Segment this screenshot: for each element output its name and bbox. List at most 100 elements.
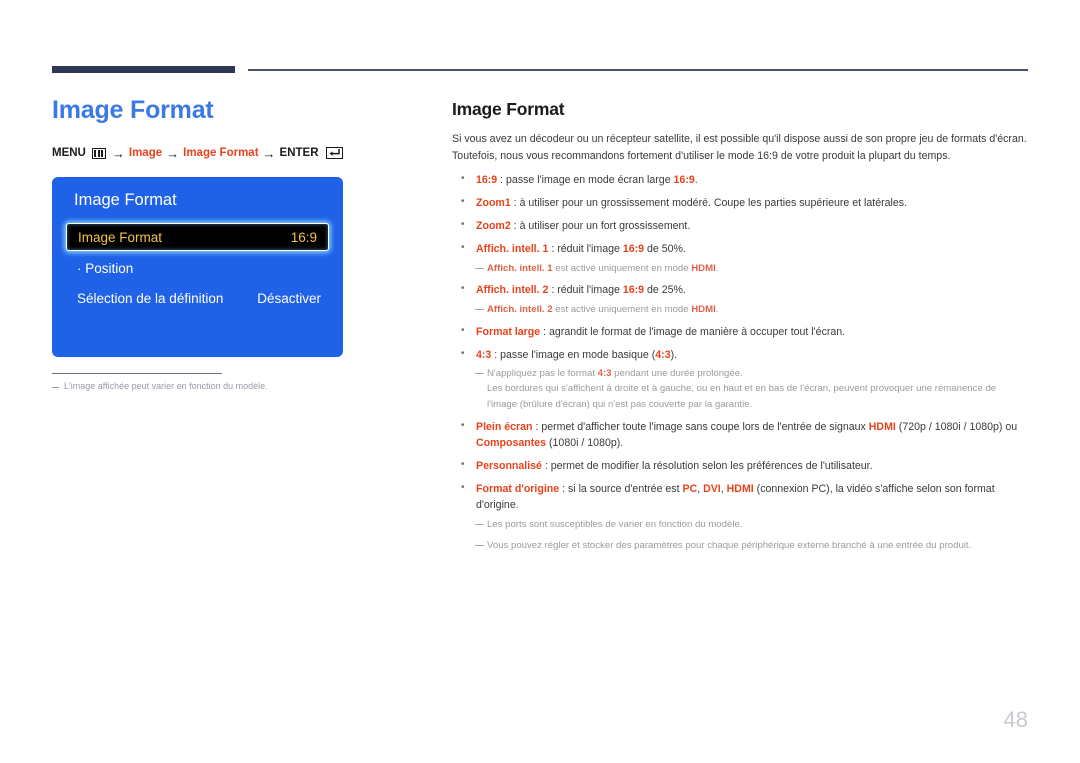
sub-note: Affich. intell. 1 est activé uniquement … — [452, 261, 1028, 276]
option-text: : réduit l'image — [548, 243, 623, 256]
tv-osd-panel: Image Format Image Format 16:9 · Positio… — [52, 177, 343, 357]
sub-note-term: Affich. intell. 1 — [487, 262, 553, 274]
footnote-dash-icon — [52, 387, 59, 389]
option-emphasis: 16:9 — [673, 174, 695, 187]
sub-note-dash-icon — [475, 544, 484, 547]
sub-note: Les ports sont susceptibles de varier en… — [452, 517, 1028, 532]
sub-note-dash-icon — [475, 267, 484, 269]
menu-path-arrow-3: → — [262, 145, 276, 161]
option-text-mid: (720p / 1080i / 1080p) ou — [895, 420, 1018, 433]
left-footnote: L'image affichée peut varier en fonction… — [52, 381, 352, 391]
osd-row-position[interactable]: · Position — [77, 261, 321, 276]
option-emphasis-2: Composantes — [476, 436, 547, 449]
section-title: Image Format — [452, 99, 565, 119]
option-text-tail: (1080i / 1080p). — [546, 436, 624, 449]
sub-note-emphasis: HDMI — [691, 303, 716, 315]
left-page-title: Image Format — [52, 96, 214, 124]
list-item: Personnalisé : permet de modifier la rés… — [452, 457, 1028, 474]
sub-note-dash-icon — [475, 523, 484, 525]
option-text: : réduit l'image — [548, 284, 623, 297]
option-emphasis: 4:3 — [655, 348, 671, 361]
option-text: : à utiliser pour un fort grossissement. — [510, 220, 691, 233]
option-emphasis: 16:9 — [622, 284, 645, 297]
sub-note-dash-icon — [475, 308, 484, 311]
menu-navigation-path: MENU → Image → Image Format → ENTER — [52, 146, 402, 161]
list-item: Format d'origine : si la source d'entrée… — [452, 480, 1028, 554]
sub-note-text-tail: . — [715, 303, 719, 315]
enter-return-icon — [325, 147, 343, 160]
option-term: 4:3 — [476, 348, 492, 361]
section-intro-paragraph: Si vous avez un décodeur ou un récepteur… — [452, 133, 1027, 162]
sub-note-text: Les ports sont susceptibles de varier en… — [487, 518, 743, 530]
left-column: Image Format MENU → Image → Image Format… — [52, 96, 402, 161]
menu-path-step-image[interactable]: Image — [129, 147, 162, 159]
list-item: 16:9 : passe l'image en mode écran large… — [452, 171, 1028, 188]
sub-note-emphasis: HDMI — [691, 262, 716, 274]
option-text: : passe l'image en mode basique ( — [491, 348, 656, 361]
option-text: : si la source d'entrée est — [559, 482, 683, 495]
option-text: : permet de modifier la résolution selon… — [541, 459, 873, 472]
option-emphasis: 16:9 — [622, 243, 645, 256]
sub-note: Vous pouvez régler et stocker des paramè… — [452, 538, 1028, 553]
sub-note: N'appliquez pas le format 4:3 pendant un… — [452, 366, 1028, 412]
osd-row-image-format-value: 16:9 — [290, 229, 317, 245]
option-text-tail: de 50%. — [644, 243, 686, 256]
sub-note-text-tail: pendant une durée prolongée. — [611, 368, 743, 379]
option-term: Plein écran — [476, 420, 533, 433]
option-term: Format large — [476, 325, 541, 338]
option-term: Affich. intell. 1 — [476, 243, 549, 256]
menu-path-arrow-1: → — [111, 145, 125, 161]
page-number: 48 — [1003, 707, 1028, 732]
option-text-tail: de 25%. — [644, 284, 686, 297]
option-term: Format d'origine — [476, 482, 560, 495]
option-text: : à utiliser pour un grossissement modér… — [510, 197, 908, 210]
option-term: Zoom1 — [476, 197, 511, 210]
left-footnote-rule — [52, 373, 222, 375]
osd-row-image-format-label: Image Format — [78, 229, 163, 245]
format-options-list: 16:9 : passe l'image en mode écran large… — [452, 171, 1028, 554]
list-item: Plein écran : permet d'afficher toute l'… — [452, 418, 1028, 452]
left-footnote-text: L'image affichée peut varier en fonction… — [64, 381, 268, 391]
osd-row-definition-selection[interactable]: Sélection de la définition Désactiver — [77, 291, 321, 306]
osd-row-image-format[interactable]: Image Format 16:9 — [66, 223, 329, 251]
menu-path-menu-label: MENU — [52, 147, 86, 160]
list-item: Affich. intell. 1 : réduit l'image 16:9 … — [452, 240, 1028, 276]
option-emphasis-3: HDMI — [726, 482, 754, 495]
list-item: Format large : agrandit le format de l'i… — [452, 323, 1028, 340]
osd-panel-title: Image Format — [74, 191, 177, 209]
header-rule-thick — [52, 66, 235, 73]
sub-note-dash-icon — [475, 373, 484, 375]
option-term: Zoom2 — [476, 220, 511, 233]
right-column: Image Format Si vous avez un décodeur ou… — [452, 99, 1028, 560]
sub-note-text: N'appliquez pas le format — [487, 368, 598, 379]
list-item: Zoom2 : à utiliser pour un fort grossiss… — [452, 217, 1028, 234]
sub-note-text: est activé uniquement en mode — [552, 303, 692, 315]
option-emphasis-2: DVI — [703, 482, 721, 495]
sub-note: Affich. intell. 2 est activé uniquement … — [452, 302, 1028, 317]
option-text: : agrandit le format de l'image de maniè… — [540, 325, 846, 338]
option-text: : permet d'afficher toute l'image sans c… — [532, 420, 869, 433]
option-text-tail: ). — [670, 348, 678, 361]
osd-row-definition-label: Sélection de la définition — [77, 291, 224, 306]
sub-note-text: Vous pouvez régler et stocker des paramè… — [487, 539, 972, 551]
osd-row-definition-value: Désactiver — [257, 291, 321, 306]
menu-path-enter-label: ENTER — [279, 147, 319, 160]
option-term: Affich. intell. 2 — [476, 284, 549, 297]
sub-note-term: Affich. intell. 2 — [487, 303, 553, 315]
sub-note-continuation: Les bordures qui s'affichent à droite et… — [487, 383, 997, 410]
list-item: Zoom1 : à utiliser pour un grossissement… — [452, 194, 1028, 211]
header-rule-thin — [248, 69, 1028, 71]
option-term: 16:9 — [476, 174, 498, 187]
menu-grid-icon — [91, 147, 106, 159]
option-text: : passe l'image en mode écran large — [497, 174, 674, 187]
list-item: Affich. intell. 2 : réduit l'image 16:9 … — [452, 281, 1028, 317]
sub-note-text-tail: . — [715, 262, 719, 274]
menu-path-step-image-format[interactable]: Image Format — [183, 147, 258, 159]
option-text-tail: . — [694, 174, 698, 187]
option-emphasis: HDMI — [868, 420, 896, 433]
option-term: Personnalisé — [476, 459, 542, 472]
menu-path-arrow-2: → — [166, 145, 180, 161]
option-emphasis: PC — [682, 482, 698, 495]
sub-note-emphasis: 4:3 — [597, 368, 612, 379]
osd-row-position-label: · Position — [77, 261, 134, 276]
